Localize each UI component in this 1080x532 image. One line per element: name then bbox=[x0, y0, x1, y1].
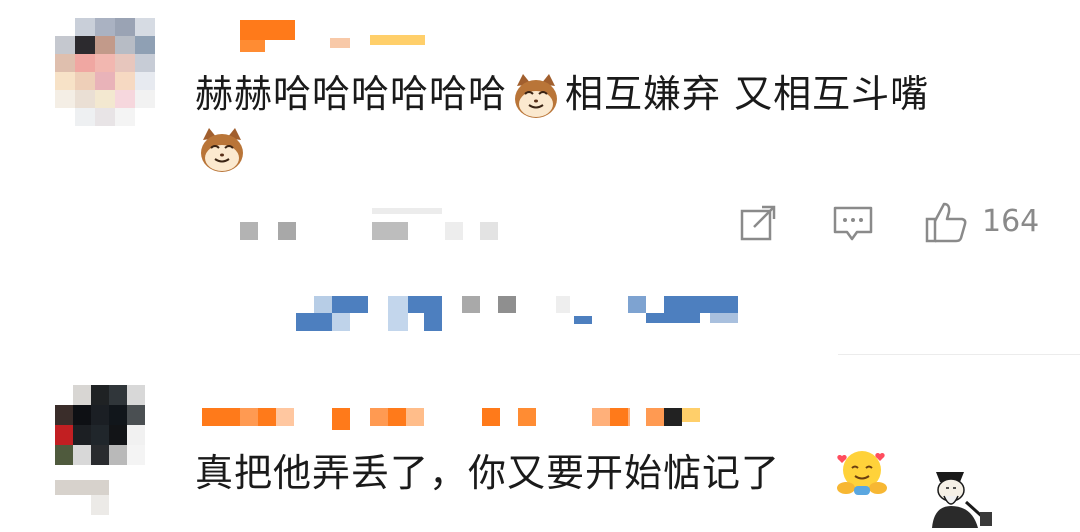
divider bbox=[838, 354, 1080, 355]
cat-face-emoji-icon bbox=[511, 72, 561, 122]
hugging-face-emoji-icon bbox=[836, 448, 888, 498]
comment-text-part1: 赫赫哈哈哈哈哈哈 bbox=[195, 72, 508, 116]
like-button[interactable]: 164 bbox=[924, 200, 1044, 246]
comment-text: 真把他弄丢了，你又要开始惦记了 bbox=[195, 445, 780, 501]
comment-thread: { "comments": [ { "text_part1": "赫赫哈哈哈哈哈… bbox=[0, 0, 1080, 531]
like-count: 164 bbox=[982, 204, 1040, 239]
reply-icon[interactable] bbox=[833, 205, 873, 243]
share-icon[interactable] bbox=[740, 205, 778, 241]
comment-text-part2: 相互嫌弃 又相互斗嘴 bbox=[565, 72, 930, 116]
avatar[interactable] bbox=[55, 385, 155, 515]
comment-text-body: 真把他弄丢了，你又要开始惦记了 bbox=[195, 451, 781, 495]
avatar[interactable] bbox=[55, 18, 165, 130]
comment-text: 赫赫哈哈哈哈哈哈 相互嫌弃 又相互斗嘴 bbox=[195, 66, 929, 122]
scholar-sticker-icon bbox=[922, 462, 994, 528]
cat-face-emoji-icon bbox=[197, 126, 247, 176]
like-icon bbox=[924, 200, 968, 244]
